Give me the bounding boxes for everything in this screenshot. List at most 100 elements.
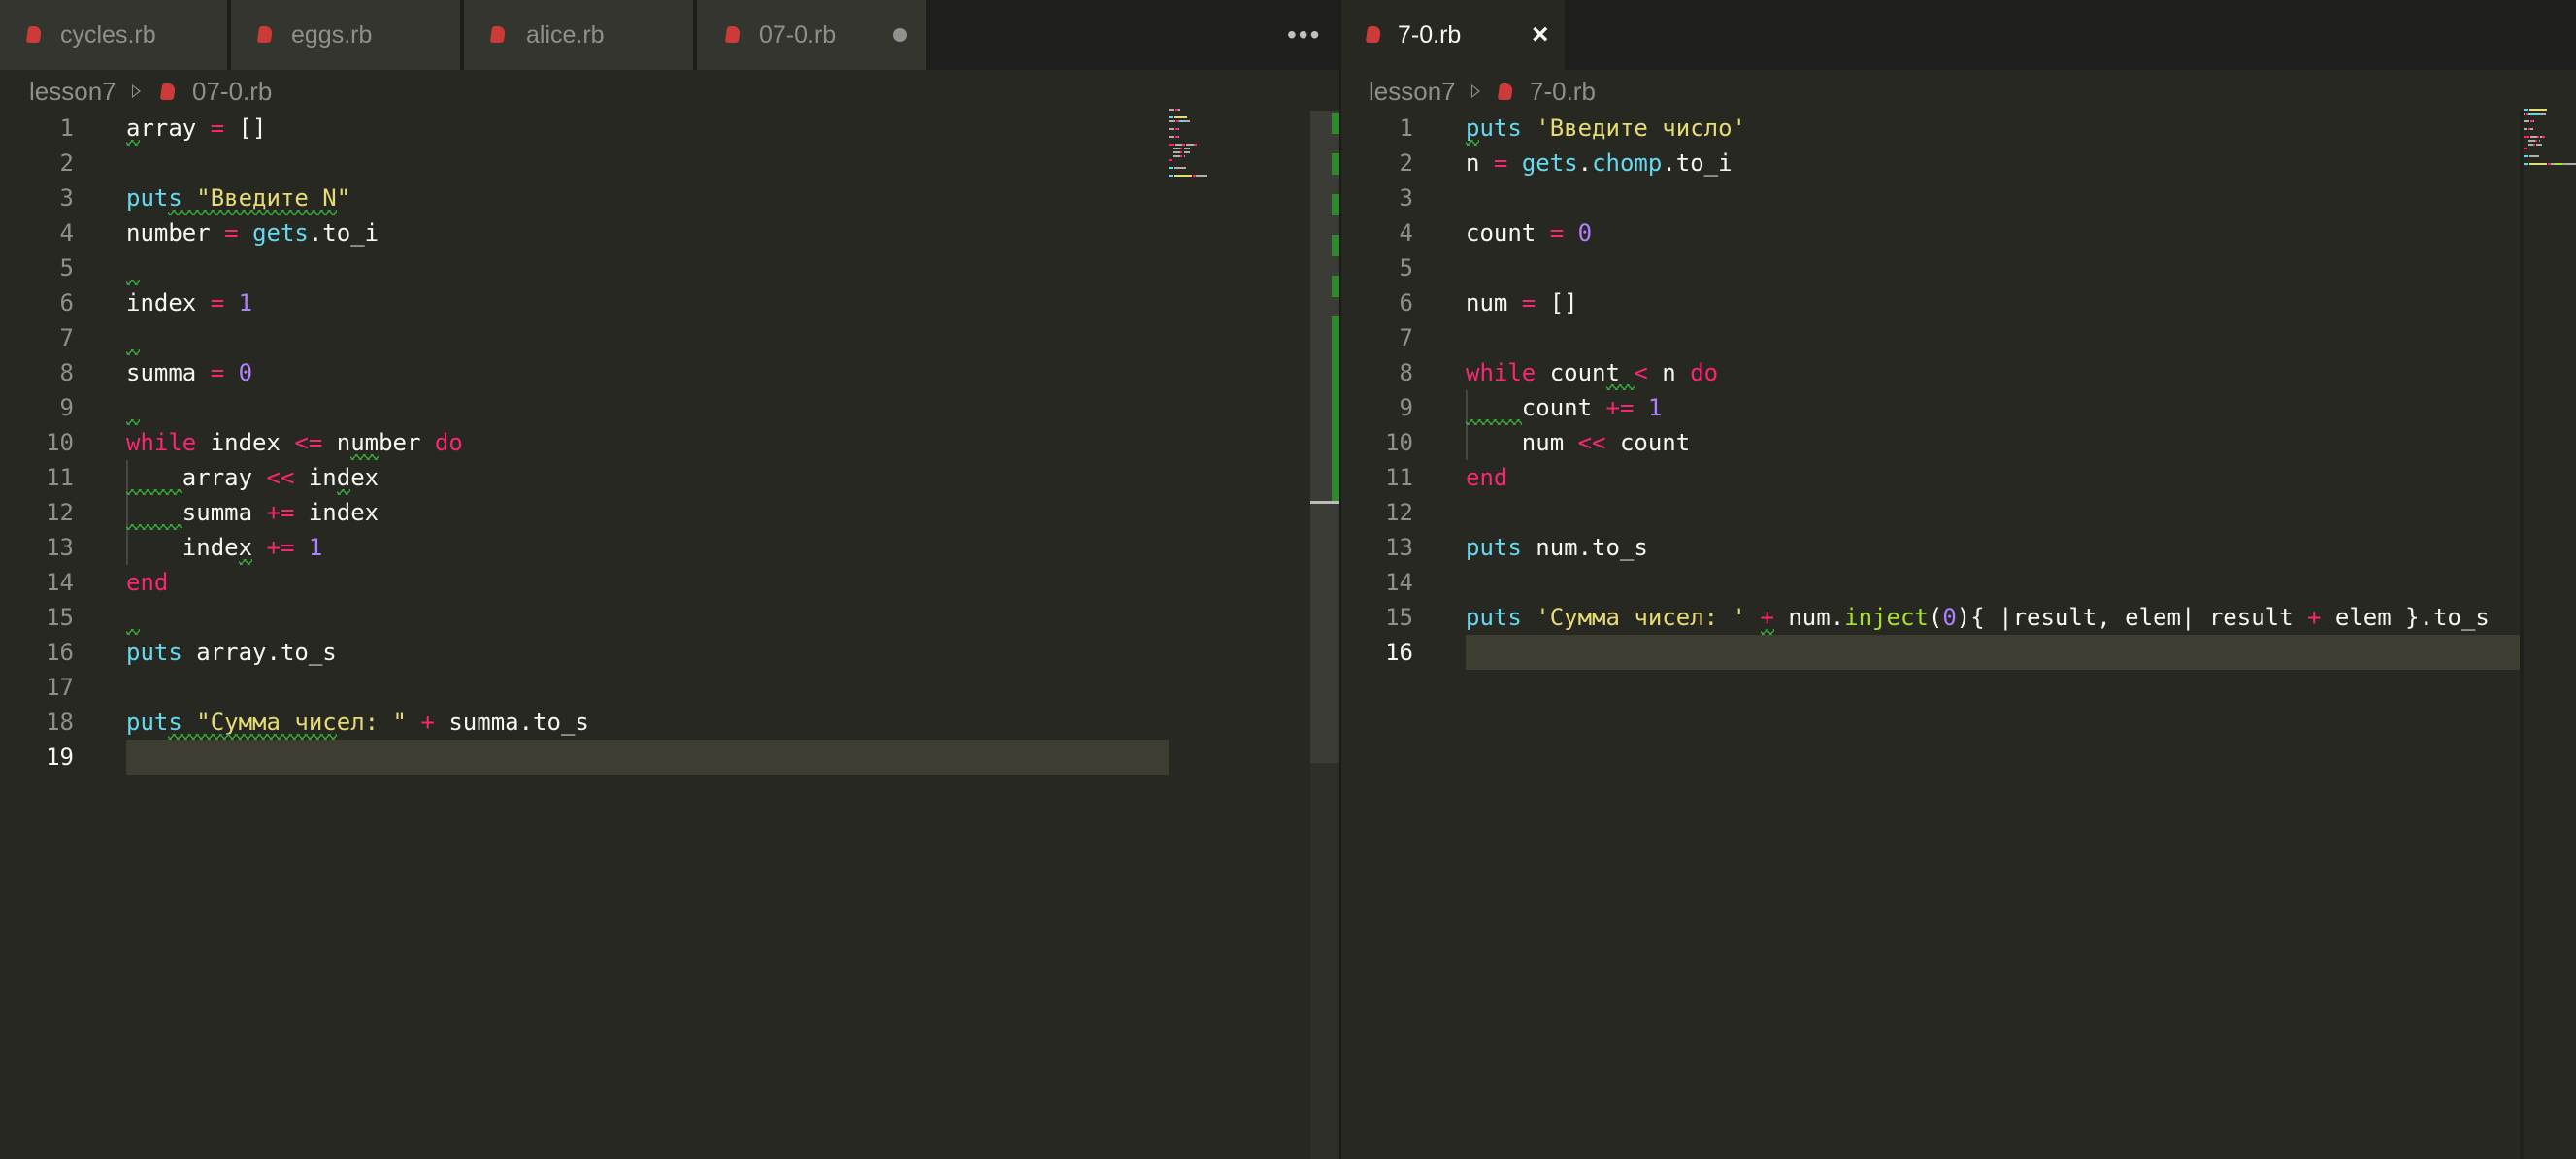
- code-text: index = 1: [126, 285, 252, 320]
- ellipsis-icon[interactable]: •••: [1287, 21, 1320, 49]
- code-token: .to_i: [308, 219, 380, 247]
- scroll-position-line: [1310, 501, 1339, 504]
- unsaved-dot-icon[interactable]: [893, 28, 907, 42]
- minimap-line: [1183, 155, 1185, 157]
- breadcrumb: lesson7 07-0.rb: [0, 70, 1339, 113]
- code-line[interactable]: 8 while count < n do: [1341, 355, 2576, 390]
- code-token: num: [1466, 289, 1508, 316]
- minimap-line: [1182, 144, 1185, 146]
- code-line[interactable]: 13 puts num.to_s: [1341, 530, 2576, 565]
- code-token: =: [210, 219, 253, 247]
- minimap-line: [1183, 151, 1190, 153]
- code-token: puts: [126, 639, 182, 666]
- code-line[interactable]: 4 number = gets.to_i: [0, 215, 1339, 250]
- tab-alice-rb[interactable]: alice.rb: [464, 0, 695, 70]
- code-token: =: [1479, 149, 1522, 177]
- scrollbar-left[interactable]: [1310, 111, 1339, 1159]
- lint-warning-squiggle: [1605, 384, 1635, 390]
- code-line[interactable]: 12: [1341, 495, 2576, 530]
- code-token: end: [126, 569, 169, 596]
- line-number: 9: [59, 394, 74, 421]
- minimap-line: [2564, 163, 2576, 165]
- breadcrumb-folder[interactable]: lesson7: [1369, 70, 1456, 113]
- code-token: 0: [1577, 219, 1593, 247]
- code-line[interactable]: 6 index = 1: [0, 285, 1339, 320]
- ruby-file-icon: [159, 83, 177, 100]
- minimap-line: [2539, 113, 2546, 115]
- code-line[interactable]: 15 puts 'Сумма чисел: ' + num.inject(0){ …: [1341, 600, 2576, 635]
- minimap-line: [2527, 140, 2535, 142]
- code-line[interactable]: 9 count += 1: [1341, 390, 2576, 425]
- code-token: +=: [266, 534, 295, 561]
- code-editor-right[interactable]: 1 puts 'Введите число' 2 n = gets.chomp.to_…: [1341, 111, 2576, 1159]
- git-added-marker: [1332, 235, 1339, 256]
- code-token: .to_i: [1662, 149, 1733, 177]
- minimap-line: [1183, 120, 1190, 122]
- code-line[interactable]: 2 n = gets.chomp.to_i: [1341, 146, 2576, 181]
- minimap-line: [2536, 144, 2543, 146]
- code-line[interactable]: 10 while index <= number do: [0, 425, 1339, 460]
- line-number: 17: [46, 674, 74, 701]
- tab-07-0-rb[interactable]: 07-0.rb: [697, 0, 928, 70]
- code-line[interactable]: 15: [0, 600, 1339, 635]
- code-line[interactable]: 16: [1341, 635, 2576, 670]
- git-added-marker: [1332, 153, 1339, 175]
- minimap-line: [1172, 151, 1180, 153]
- code-line[interactable]: 8 summa = 0: [0, 355, 1339, 390]
- breadcrumb-file[interactable]: 07-0.rb: [192, 70, 272, 113]
- code-line[interactable]: 2: [0, 146, 1339, 181]
- line-number: 3: [59, 184, 74, 212]
- tab-eggs-rb[interactable]: eggs.rb: [231, 0, 462, 70]
- line-number: 10: [1385, 429, 1413, 456]
- code-line[interactable]: 11 array << index: [0, 460, 1339, 495]
- code-line[interactable]: 12 summa += index: [0, 495, 1339, 530]
- code-line[interactable]: 19: [0, 740, 1339, 775]
- code-editor-left[interactable]: 1 array = [] 2 3 puts "Введите N" 4 number = g…: [0, 111, 1339, 1159]
- minimap-right[interactable]: [2524, 109, 2576, 177]
- minimap-line: [2530, 136, 2538, 138]
- breadcrumb-folder[interactable]: lesson7: [29, 70, 116, 113]
- code-token: n: [1647, 359, 1691, 386]
- code-token: array.to_s: [182, 639, 337, 666]
- code-line[interactable]: 17: [0, 670, 1339, 705]
- lint-warning-squiggle: [126, 524, 182, 530]
- code-token: number: [126, 219, 211, 247]
- code-token: gets: [1521, 149, 1578, 177]
- code-line[interactable]: 4 count = 0: [1341, 215, 2576, 250]
- minimap-left[interactable]: [1169, 109, 1246, 186]
- minimap-line: [1186, 144, 1195, 146]
- code-line[interactable]: 1 puts 'Введите число': [1341, 111, 2576, 146]
- code-line[interactable]: 16 puts array.to_s: [0, 635, 1339, 670]
- tab-cycles-rb[interactable]: cycles.rb: [0, 0, 229, 70]
- code-token: 1: [308, 534, 323, 561]
- minimap-line: [1169, 159, 1172, 161]
- code-line[interactable]: 5: [1341, 250, 2576, 285]
- line-number: 4: [59, 219, 74, 247]
- code-line[interactable]: 6 num = []: [1341, 285, 2576, 320]
- code-line[interactable]: 7: [0, 320, 1339, 355]
- code-line[interactable]: 10 num << count: [1341, 425, 2576, 460]
- line-number: 3: [1399, 184, 1413, 212]
- minimap-line: [1174, 116, 1188, 118]
- code-token: =: [1507, 289, 1550, 316]
- code-line[interactable]: 13 index += 1: [0, 530, 1339, 565]
- code-line[interactable]: 11 end: [1341, 460, 2576, 495]
- code-line[interactable]: 7: [1341, 320, 2576, 355]
- git-added-marker: [1332, 316, 1339, 501]
- line-number: 2: [59, 149, 74, 177]
- code-line[interactable]: 14 end: [0, 565, 1339, 600]
- code-text: index += 1: [126, 530, 323, 565]
- tab-7-0-rb[interactable]: 7-0.rb ×: [1341, 0, 1567, 70]
- code-line[interactable]: 3: [1341, 181, 2576, 215]
- breadcrumb-file[interactable]: 7-0.rb: [1530, 70, 1596, 113]
- close-icon[interactable]: ×: [1532, 0, 1549, 70]
- code-line[interactable]: 9: [0, 390, 1339, 425]
- code-text: num << count: [1466, 425, 1690, 460]
- code-token: +=: [1605, 394, 1635, 421]
- scrollbar-right[interactable]: [2520, 111, 2524, 1159]
- code-line[interactable]: 1 array = []: [0, 111, 1339, 146]
- code-line[interactable]: 14: [1341, 565, 2576, 600]
- code-token: .: [1577, 149, 1593, 177]
- code-line[interactable]: 5: [0, 250, 1339, 285]
